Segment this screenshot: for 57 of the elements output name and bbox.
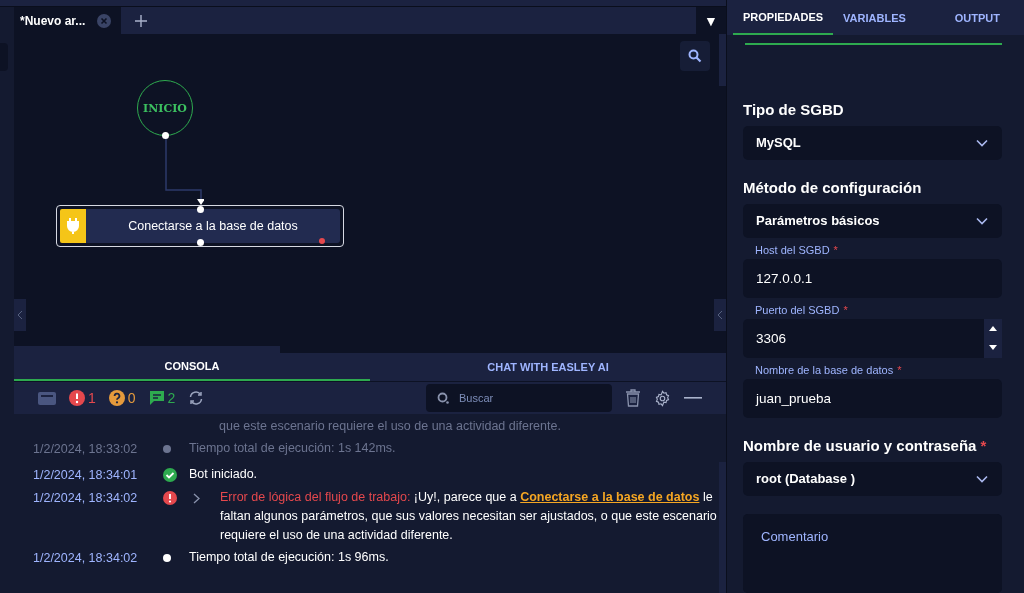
port-dot[interactable] <box>197 206 204 213</box>
plug-icon <box>60 209 86 243</box>
dropdown-toggle[interactable]: ▼ <box>696 7 726 34</box>
section-heading: Nombre de usuario y contraseña * <box>743 436 988 454</box>
trash-icon[interactable] <box>625 389 641 407</box>
activity-node[interactable]: Conectarse a la base de datos <box>56 205 344 247</box>
dropdown[interactable]: MySQL <box>743 125 1002 160</box>
log-timestamp: 1/2/2024, 18:34:02 <box>33 490 139 507</box>
scrollbar[interactable] <box>14 346 280 353</box>
input-field[interactable]: 127.0.0.1 <box>743 258 1002 298</box>
bullet-icon <box>163 554 171 562</box>
bullet-icon <box>163 445 171 453</box>
port-dot[interactable] <box>162 132 169 139</box>
check-icon <box>163 468 177 482</box>
scrollbar[interactable] <box>719 34 726 86</box>
dropdown[interactable]: root (Database ) <box>743 461 1002 496</box>
log-message: que este escenario requiere el uso de una actividad diferente. <box>218 418 561 435</box>
log-timestamp: 1/2/2024, 18:34:02 <box>33 550 139 567</box>
counter-filter[interactable]: 2 <box>148 390 176 406</box>
properties-tab[interactable]: PROPIEDADES <box>733 0 834 35</box>
field-label: Nombre de la base de datos * <box>755 363 903 376</box>
dropdown[interactable]: Parámetros básicos <box>743 203 1002 238</box>
log-message: Error de lógica del flujo de trabajo: ¡Uy!, parece que a Conectarse a la base de datos le faltan algunos parámetros, que sus valores necesitan ser ajustados, o que este escenario requiere el uso de una actividad diferente. <box>220 489 718 544</box>
field-label: Puerto del SGBD * <box>755 303 849 316</box>
collapse-handle[interactable] <box>14 299 26 331</box>
collapse-handle[interactable] <box>714 299 726 331</box>
input-field[interactable]: juan_prueba <box>743 378 1002 418</box>
scrollbar[interactable] <box>719 462 726 593</box>
section-heading: Método de configuración <box>743 178 923 196</box>
search-field[interactable]: Buscar <box>426 384 612 412</box>
log-message: Tiempo total de ejecución: 1s 142ms. <box>189 440 396 457</box>
chevron-down-icon[interactable] <box>976 216 988 225</box>
section-heading: Tipo de SGBD <box>743 100 845 118</box>
log-message: Bot iniciado. <box>189 466 258 483</box>
log-timestamp: 1/2/2024, 18:34:01 <box>33 467 139 484</box>
chevron-down-icon[interactable] <box>976 138 988 147</box>
connector-arrow <box>164 138 204 206</box>
chevron-down-icon[interactable] <box>976 474 988 483</box>
activity-link[interactable]: Conectarse a la base de datos <box>520 490 700 504</box>
log-message: Tiempo total de ejecución: 1s 96ms. <box>189 549 389 566</box>
properties-tab[interactable]: OUTPUT <box>944 0 1024 35</box>
search-icon[interactable] <box>688 49 702 63</box>
expand-chevron-icon[interactable] <box>193 493 200 504</box>
error-icon <box>163 491 177 505</box>
log-timestamp: 1/2/2024, 18:33:02 <box>33 441 139 458</box>
input-field[interactable]: 3306 <box>743 318 1002 358</box>
search-icon <box>437 392 450 405</box>
field-label: Host del SGBD * <box>755 243 839 256</box>
add-icon[interactable] <box>135 14 148 27</box>
search-button[interactable] <box>680 41 710 71</box>
settings-icon[interactable] <box>654 389 671 407</box>
refresh-icon[interactable] <box>188 390 205 406</box>
spinner[interactable] <box>984 318 1002 358</box>
console-tab[interactable]: CHAT WITH EASLEY AI <box>370 353 726 381</box>
properties-tab[interactable]: VARIABLES <box>833 0 916 35</box>
editor-tab[interactable]: *Nuevo ar... <box>14 7 122 34</box>
port-dot[interactable] <box>197 239 204 246</box>
